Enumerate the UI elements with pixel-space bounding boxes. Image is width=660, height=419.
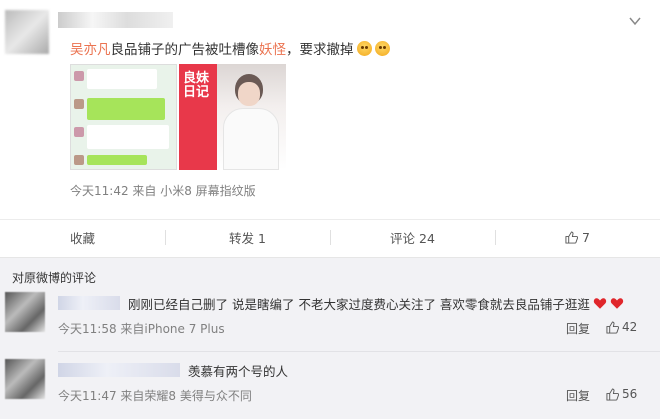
heart-icon <box>610 298 624 309</box>
commenter-name-redacted[interactable] <box>58 296 120 310</box>
post-mention-link[interactable]: 吴亦凡 <box>70 38 111 58</box>
commenter-avatar[interactable] <box>5 359 45 399</box>
author-avatar[interactable] <box>5 10 49 54</box>
comment-like-count: 42 <box>622 320 638 334</box>
comment-meta: 今天11:47 来自荣耀8 美得与众不同 <box>58 389 252 403</box>
comment-divider <box>58 351 660 352</box>
favorite-label: 收藏 <box>69 230 95 246</box>
post-text-middle: 良品铺子的广告被吐槽像 <box>110 42 260 58</box>
commenter-avatar[interactable] <box>5 292 45 332</box>
heart-icon <box>593 298 607 309</box>
thumbs-up-icon <box>565 230 579 244</box>
post-keyword-link[interactable]: 妖怪 <box>259 38 286 58</box>
post-image-ad-poster[interactable]: 良妹日记 <box>179 64 286 170</box>
commenter-name-redacted[interactable] <box>58 363 180 377</box>
favorite-button[interactable]: 收藏 <box>0 220 165 254</box>
ad-poster-person <box>217 64 286 170</box>
repost-button[interactable]: 转发 1 <box>165 220 330 254</box>
post-image-chat-screenshot[interactable] <box>70 64 177 170</box>
comment-like-count: 56 <box>622 387 638 401</box>
doge-emoji-icon <box>356 40 372 56</box>
post-text: 吴亦凡 良品铺子的广告被吐槽像 妖怪 ，要求撤掉 <box>70 38 390 58</box>
like-count: 7 <box>582 229 590 245</box>
post-action-bar: 收藏 转发 1 评论 24 7 <box>0 219 660 254</box>
comment-button[interactable]: 评论 24 <box>330 220 495 254</box>
comment-like-button[interactable]: 56 <box>606 387 637 401</box>
repost-label: 转发 1 <box>229 230 266 246</box>
comment-item: 刚刚已经自己删了 说是瞎编了 不老大家过度费心关注了 喜欢零食就去良品铺子逛逛 … <box>0 289 660 345</box>
reply-button[interactable]: 回复 <box>566 387 590 404</box>
comments-section-title: 对原微博的评论 <box>12 271 97 285</box>
post-text-end: ，要求撤掉 <box>286 42 354 58</box>
comment-text: 羡慕有两个号的人 <box>188 361 288 380</box>
comment-text-content: 羡慕有两个号的人 <box>188 364 289 379</box>
comment-text-content: 刚刚已经自己删了 说是瞎编了 不老大家过度费心关注了 喜欢零食就去良品铺子逛逛 <box>128 297 590 312</box>
ad-poster-title: 良妹日记 <box>183 71 210 100</box>
post-meta: 今天11:42 来自 小米8 屏幕指纹版 <box>70 184 256 198</box>
doge-emoji-icon <box>374 40 390 56</box>
thumbs-up-icon <box>606 387 619 401</box>
author-name-redacted[interactable] <box>58 12 173 28</box>
comment-like-button[interactable]: 42 <box>606 320 637 334</box>
chevron-down-icon[interactable] <box>628 14 642 28</box>
weibo-post-card: 吴亦凡 良品铺子的广告被吐槽像 妖怪 ，要求撤掉 良妹日记 今天11:42 来自… <box>0 0 660 258</box>
like-button[interactable]: 7 <box>495 220 660 254</box>
thumbs-up-icon <box>606 320 619 334</box>
reply-button[interactable]: 回复 <box>566 320 590 337</box>
comment-meta: 今天11:58 来自iPhone 7 Plus <box>58 322 225 336</box>
comment-text: 刚刚已经自己删了 说是瞎编了 不老大家过度费心关注了 喜欢零食就去良品铺子逛逛 <box>128 294 624 313</box>
comment-label: 评论 24 <box>390 230 435 246</box>
comment-item: 羡慕有两个号的人 今天11:47 来自荣耀8 美得与众不同 回复 56 <box>0 356 660 416</box>
